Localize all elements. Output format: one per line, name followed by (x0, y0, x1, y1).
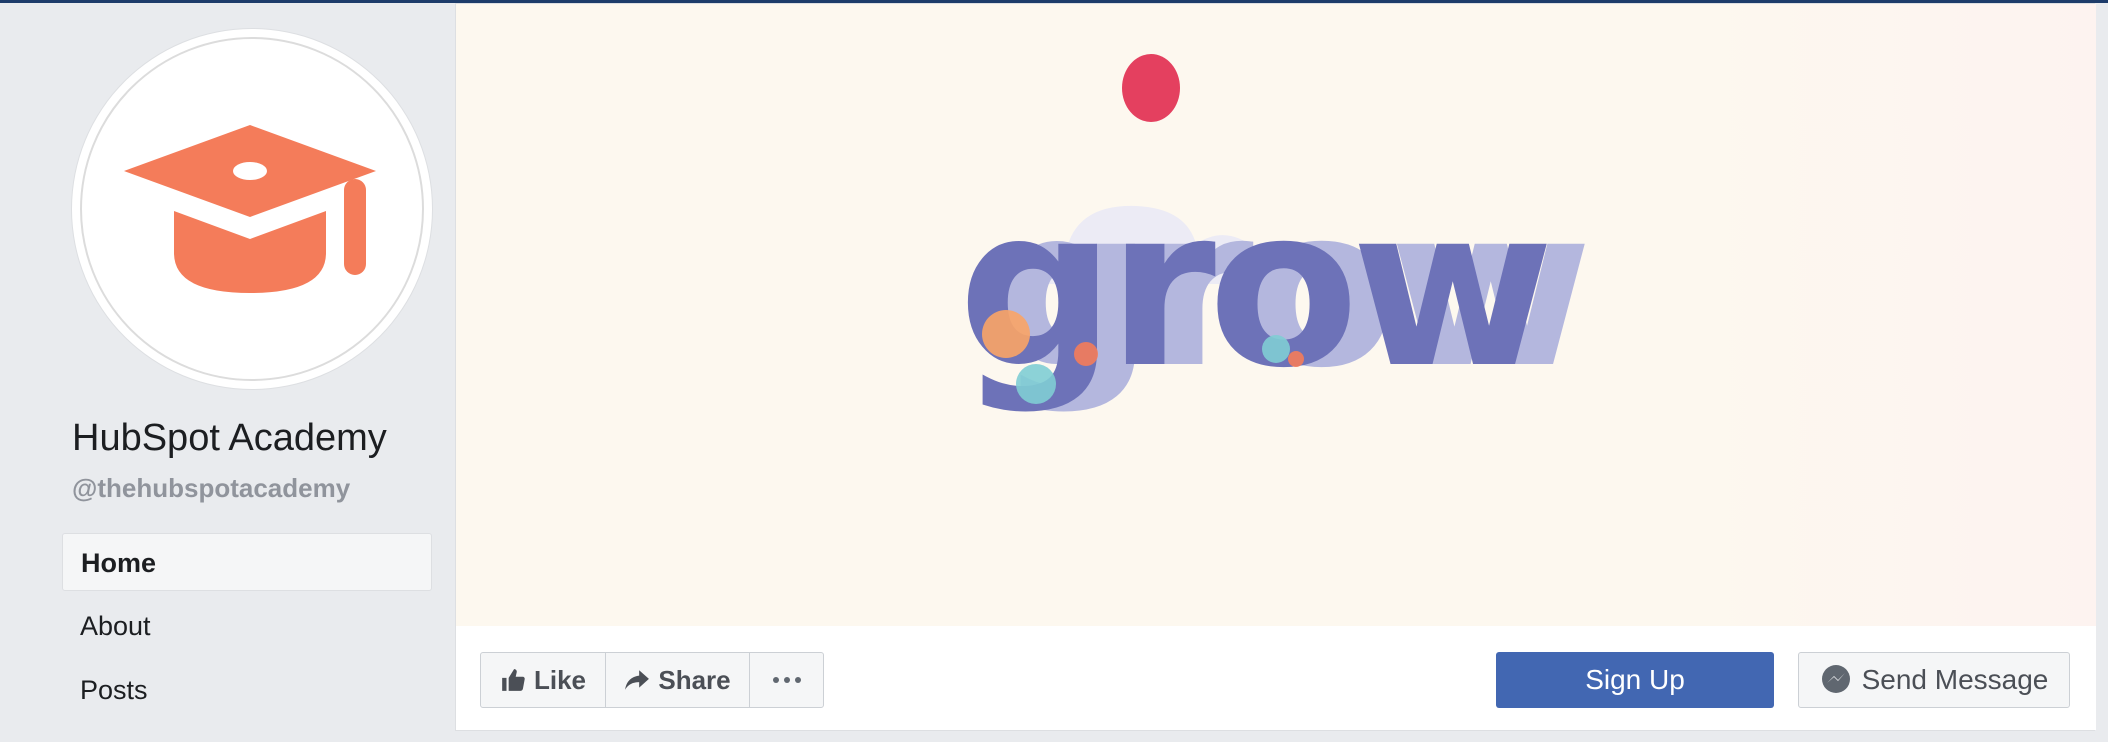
page-actions-group: Like Share (480, 652, 824, 708)
page-header-card: grow grow Like Share Sign Up Send Messag… (455, 3, 2096, 731)
page-title: HubSpot Academy (72, 417, 387, 459)
page-handle[interactable]: @thehubspotacademy (72, 473, 350, 504)
sidebar-item-home[interactable]: Home (62, 533, 432, 591)
action-bar: Like Share Sign Up Send Message (456, 626, 2096, 730)
share-arrow-icon (625, 670, 650, 690)
sidebar-item-posts[interactable]: Posts (62, 661, 432, 719)
sign-up-button[interactable]: Sign Up (1496, 652, 1774, 708)
ellipsis-icon (772, 677, 801, 683)
cover-wordmark: grow grow (958, 184, 1593, 416)
sidebar-item-about[interactable]: About (62, 597, 432, 655)
like-button[interactable]: Like (481, 653, 605, 707)
more-options-button[interactable] (749, 653, 823, 707)
page-sidebar: HubSpot Academy @thehubspotacademy Home … (0, 3, 455, 742)
cover-video[interactable]: grow grow (456, 4, 2096, 626)
share-button[interactable]: Share (605, 653, 749, 707)
share-label: Share (658, 664, 731, 695)
profile-picture[interactable] (72, 29, 432, 389)
send-message-button[interactable]: Send Message (1798, 652, 2070, 708)
send-message-label: Send Message (1861, 664, 2049, 695)
messenger-icon (1821, 665, 1850, 693)
red-dot-graphic (1122, 54, 1180, 122)
like-label: Like (533, 664, 587, 695)
thumbs-up-icon (502, 669, 525, 691)
graduation-cap-icon (124, 125, 376, 293)
